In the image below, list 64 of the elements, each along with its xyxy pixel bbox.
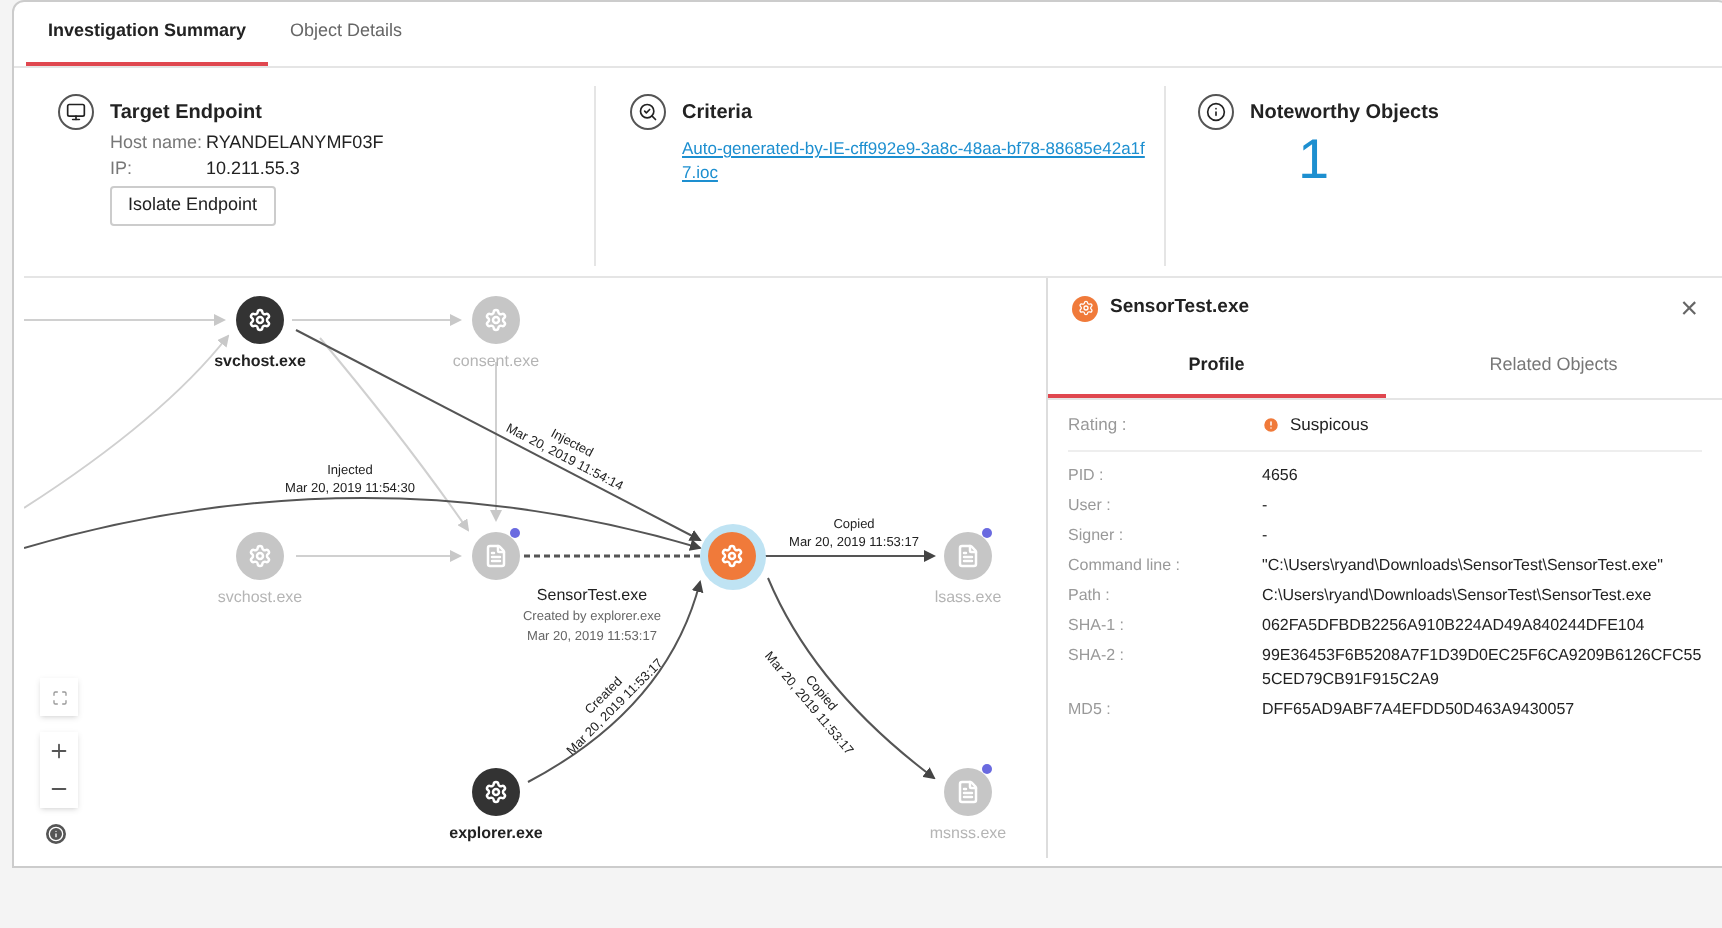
file-node[interactable] bbox=[944, 532, 992, 580]
info-icon[interactable] bbox=[46, 824, 66, 844]
process-node[interactable] bbox=[236, 296, 284, 344]
field-value: 10.211.55.3 bbox=[206, 156, 300, 180]
field-label: PID : bbox=[1068, 464, 1106, 488]
field-value: 4656 bbox=[1262, 464, 1300, 488]
close-button[interactable]: × bbox=[1680, 293, 1698, 323]
tab[interactable]: Investigation Summary bbox=[26, 2, 269, 66]
section-title: Noteworthy Objects bbox=[1250, 100, 1439, 128]
node-label: msnss.exe bbox=[929, 822, 1007, 846]
field-value: C:\Users\ryand\Downloads\SensorTest\SensorTest.exe bbox=[1262, 584, 1654, 608]
process-node[interactable] bbox=[236, 532, 284, 580]
warning-icon bbox=[1262, 416, 1280, 434]
node-label: consent.exe bbox=[452, 350, 540, 374]
field-label: Signer : bbox=[1068, 524, 1126, 548]
object-count: 1 bbox=[1298, 128, 1332, 192]
tab[interactable]: Object Details bbox=[268, 2, 425, 66]
file-node[interactable] bbox=[944, 768, 992, 816]
field-label: Rating : bbox=[1068, 412, 1129, 438]
isolate-endpoint-button[interactable]: Isolate Endpoint bbox=[110, 186, 276, 226]
file-icon bbox=[484, 544, 508, 568]
gear-icon bbox=[484, 308, 508, 332]
field-value: - bbox=[1262, 494, 1270, 518]
monitor-icon bbox=[58, 94, 94, 130]
rating-value: Suspicous bbox=[1290, 412, 1369, 438]
section-title: Criteria bbox=[682, 100, 755, 128]
field-value: 062FA5DFBDB2256A910B224AD49A840244DFE104 bbox=[1262, 614, 1647, 638]
node-label: svchost.exe bbox=[214, 350, 306, 374]
gear-icon bbox=[248, 544, 272, 568]
node-label: svchost.exe bbox=[217, 586, 303, 610]
node-label: SensorTest.exe bbox=[536, 584, 648, 608]
panel-title: SensorTest.exe bbox=[1110, 293, 1250, 322]
criteria-link[interactable]: Auto-generated-by-IE-cff992e9-3a8c-48aa-bf78-88685e42a1f7.ioc bbox=[682, 136, 1146, 184]
tab[interactable]: Profile bbox=[1048, 338, 1385, 398]
fit-view-icon bbox=[51, 689, 67, 705]
gear-icon bbox=[248, 308, 272, 332]
field-label: Path : bbox=[1068, 584, 1112, 608]
field-label: SHA-2 : bbox=[1068, 644, 1127, 668]
gear-icon bbox=[1072, 295, 1098, 321]
file-node[interactable] bbox=[472, 532, 520, 580]
file-icon bbox=[956, 544, 980, 568]
field-value: 99E36453F6B5208A7F1D39D0EC25F6CA9209B6126CFC555CED79CB91F915C2A9 bbox=[1262, 644, 1702, 692]
gear-icon bbox=[720, 544, 744, 568]
file-icon bbox=[956, 780, 980, 804]
section-title: Target Endpoint bbox=[110, 100, 264, 128]
node-label: explorer.exe bbox=[449, 822, 543, 846]
search-icon bbox=[630, 94, 666, 130]
fit-view-button[interactable] bbox=[40, 678, 78, 716]
plus-icon bbox=[48, 740, 70, 762]
gear-icon bbox=[484, 780, 508, 804]
field-label: User : bbox=[1068, 494, 1113, 518]
field-label: Command line : bbox=[1068, 554, 1183, 578]
field-value: RYANDELANYMF03F bbox=[206, 130, 384, 154]
node-label: lsass.exe bbox=[934, 586, 1002, 610]
field-value: - bbox=[1262, 524, 1270, 548]
field-value: DFF65AD9ABF7A4EFDD50D463A9430057 bbox=[1262, 698, 1577, 722]
tab[interactable]: Related Objects bbox=[1385, 338, 1722, 398]
process-node[interactable] bbox=[472, 296, 520, 344]
field-value: "C:\Users\ryand\Downloads\SensorTest\SensorTest.exe" bbox=[1262, 554, 1665, 578]
field-label: Host name: bbox=[110, 130, 205, 154]
field-label: MD5 : bbox=[1068, 698, 1113, 722]
field-label: SHA-1 : bbox=[1068, 614, 1127, 638]
field-label: IP: bbox=[110, 156, 135, 180]
process-node[interactable] bbox=[472, 768, 520, 816]
